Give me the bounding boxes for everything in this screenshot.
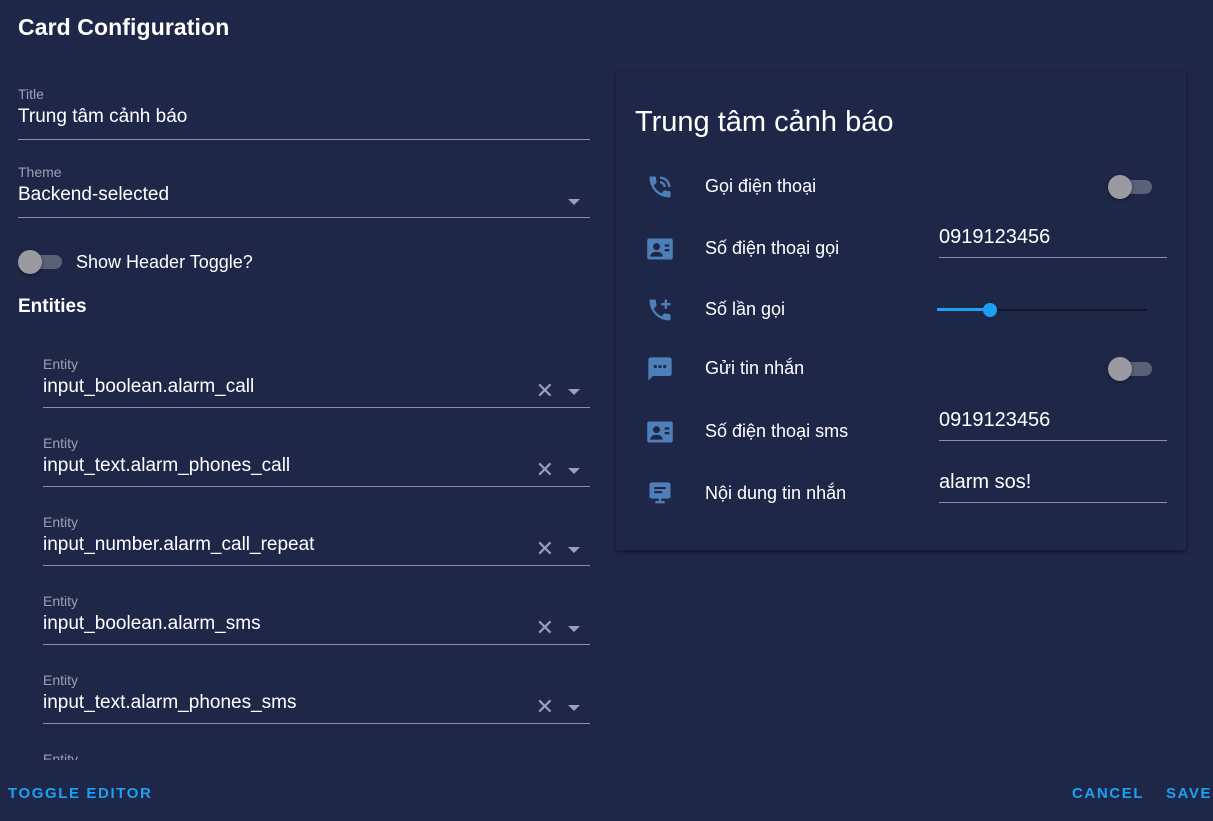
entity-picker[interactable]: Entity input_text.alarm_phones_sms ✕	[43, 666, 590, 724]
toggle-thumb	[1108, 357, 1132, 381]
contact-card-icon	[647, 238, 673, 260]
entity-value: input_boolean.alarm_sms	[43, 613, 261, 634]
row-so-dien-thoai-sms: Số điện thoại sms 0919123456	[616, 407, 1186, 457]
entities-card-preview: Trung tâm cảnh báo Gọi điện thoại Số điệ…	[616, 72, 1186, 550]
title-field-label: Title	[18, 86, 44, 102]
entity-label: Entity	[43, 514, 79, 530]
entity-value: input_boolean.alarm_call	[43, 376, 255, 397]
clear-icon[interactable]: ✕	[536, 617, 554, 639]
chevron-down-icon[interactable]	[568, 199, 580, 205]
row-name: Nội dung tin nhắn	[705, 483, 847, 503]
row-so-lan-goi: Số lần gọi	[616, 285, 1186, 335]
entity-picker[interactable]: Entity input_boolean.alarm_call ✕	[43, 350, 590, 408]
entity-label: Entity	[43, 593, 79, 609]
chevron-down-icon[interactable]	[568, 389, 580, 395]
message-dots-icon	[648, 357, 672, 381]
row-gui-tin-nhan: Gửi tin nhắn	[616, 344, 1186, 394]
row-name: Số điện thoại gọi	[705, 238, 840, 258]
clear-icon[interactable]: ✕	[536, 696, 554, 718]
row-name: Số điện thoại sms	[705, 421, 849, 441]
chevron-down-icon[interactable]	[568, 547, 580, 553]
phone-call-input[interactable]: 0919123456	[939, 226, 1167, 258]
show-header-toggle-row: Show Header Toggle?	[18, 250, 253, 274]
card-title: Trung tâm cảnh báo	[635, 106, 894, 138]
chevron-down-icon[interactable]	[568, 626, 580, 632]
entity-picker[interactable]: Entity input_number.alarm_call_repeat ✕	[43, 508, 590, 566]
entities-heading: Entities	[18, 296, 87, 317]
message-presentation-icon	[649, 482, 671, 504]
toggle-thumb	[18, 250, 42, 274]
toggle-editor-button[interactable]: TOGGLE EDITOR	[8, 785, 152, 802]
entity-value: input_number.alarm_call_repeat	[43, 534, 315, 555]
theme-select[interactable]: Theme Backend-selected	[18, 158, 590, 218]
theme-select-value: Backend-selected	[18, 184, 170, 205]
entity-picker[interactable]: Entity input_text.alarm_phones_call ✕	[43, 429, 590, 487]
dialog-title: Card Configuration	[18, 14, 230, 40]
card-editor-panel: Title Trung tâm cảnh báo Theme Backend-s…	[18, 80, 590, 760]
call-repeat-slider[interactable]	[937, 303, 1147, 317]
entity-picker[interactable]: Entity	[43, 745, 590, 760]
row-noi-dung-tin-nhan: Nội dung tin nhắn alarm sos!	[616, 469, 1186, 519]
clear-icon[interactable]: ✕	[536, 538, 554, 560]
row-name: Số lần gọi	[705, 299, 786, 319]
save-button[interactable]: SAVE	[1166, 785, 1212, 802]
slider-knob[interactable]	[983, 303, 997, 317]
show-header-toggle-label: Show Header Toggle?	[76, 251, 253, 272]
phone-sms-input[interactable]: 0919123456	[939, 409, 1167, 441]
title-field[interactable]: Title Trung tâm cảnh báo	[18, 80, 590, 140]
entity-list: Entity input_boolean.alarm_call ✕ Entity…	[43, 350, 590, 760]
row-so-dien-thoai-goi: Số điện thoại gọi 0919123456	[616, 224, 1186, 274]
show-header-toggle-switch[interactable]	[18, 250, 64, 274]
entity-label: Entity	[43, 751, 79, 760]
title-field-value: Trung tâm cảnh báo	[18, 106, 188, 127]
row-name: Gửi tin nhắn	[705, 358, 805, 378]
toggle-goi-dien-thoai[interactable]	[1108, 175, 1154, 199]
contact-card-icon	[647, 421, 673, 443]
entity-value: input_text.alarm_phones_call	[43, 455, 291, 476]
theme-select-label: Theme	[18, 164, 62, 180]
toggle-gui-tin-nhan[interactable]	[1108, 357, 1154, 381]
entity-label: Entity	[43, 356, 79, 372]
entity-label: Entity	[43, 435, 79, 451]
toggle-thumb	[1108, 175, 1132, 199]
entity-picker[interactable]: Entity input_boolean.alarm_sms ✕	[43, 587, 590, 645]
message-content-input[interactable]: alarm sos!	[939, 471, 1167, 503]
row-name: Gọi điện thoại	[705, 176, 817, 196]
entity-value: input_text.alarm_phones_sms	[43, 692, 297, 713]
clear-icon[interactable]: ✕	[536, 380, 554, 402]
chevron-down-icon[interactable]	[568, 705, 580, 711]
entity-label: Entity	[43, 672, 79, 688]
clear-icon[interactable]: ✕	[536, 459, 554, 481]
row-goi-dien-thoai: Gọi điện thoại	[616, 162, 1186, 212]
chevron-down-icon[interactable]	[568, 468, 580, 474]
phone-in-talk-icon	[649, 176, 671, 198]
cancel-button[interactable]: CANCEL	[1072, 785, 1144, 802]
phone-plus-icon	[649, 299, 671, 321]
